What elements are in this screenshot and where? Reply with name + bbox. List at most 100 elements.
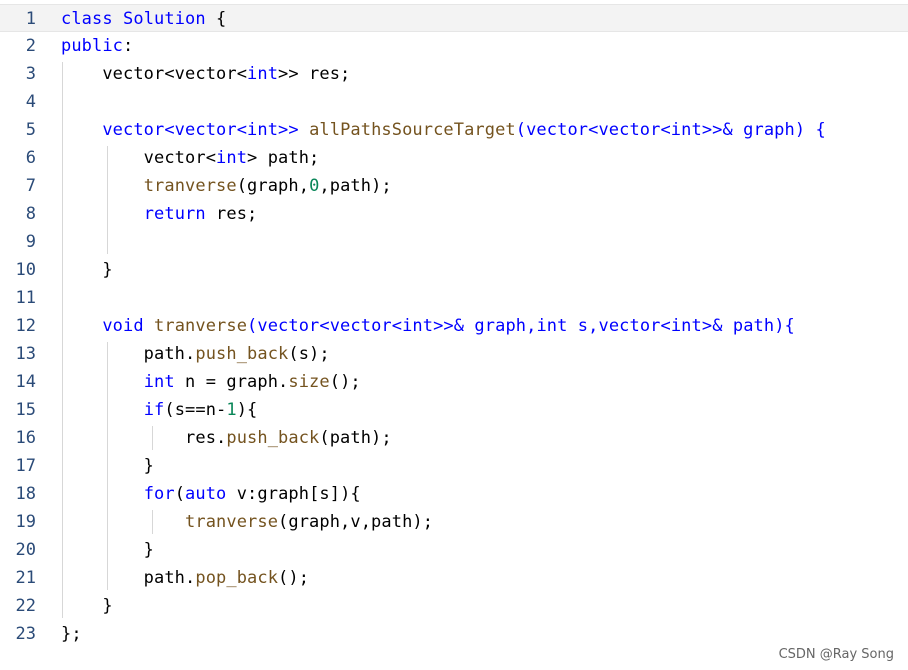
code-line[interactable]: 13 path.push_back(s);	[0, 340, 908, 368]
code-token: int	[247, 64, 279, 84]
line-number: 1	[25, 9, 36, 29]
code-token: :	[123, 36, 134, 56]
code-token: >> res;	[278, 64, 351, 84]
indent-guide	[152, 510, 153, 534]
code-token: s,	[567, 316, 599, 336]
code-text: if(s==n-1){	[61, 396, 258, 424]
code-line[interactable]: 12 void tranverse(vector<vector<int>>& g…	[0, 312, 908, 340]
code-token: (graph,v,path);	[278, 512, 434, 532]
code-token: path.	[61, 344, 196, 364]
code-token: 0	[309, 176, 320, 196]
code-line[interactable]: 19 tranverse(graph,v,path);	[0, 508, 908, 536]
code-token: tranverse	[185, 512, 279, 532]
code-token: auto	[185, 484, 227, 504]
code-token: (graph,	[236, 176, 310, 196]
code-line[interactable]: 23};	[0, 620, 908, 648]
line-number: 21	[15, 568, 36, 588]
code-token: int	[670, 316, 702, 336]
code-token: allPathsSourceTarget	[309, 120, 516, 140]
code-token: vector<vector<	[61, 120, 248, 140]
code-token: vector<vector<	[61, 64, 248, 84]
code-line[interactable]: 4	[0, 88, 908, 116]
code-token: return	[143, 204, 206, 224]
code-token: int	[402, 316, 434, 336]
code-line[interactable]: 3 vector<vector<int>> res;	[0, 60, 908, 88]
code-token: ,path);	[319, 176, 392, 196]
line-number: 2	[25, 36, 36, 56]
code-token: >>& graph) {	[701, 120, 826, 140]
code-line[interactable]: 22 }	[0, 592, 908, 620]
code-line[interactable]: 16 res.push_back(path);	[0, 424, 908, 452]
line-number: 7	[25, 176, 36, 196]
code-token: push_back	[226, 428, 320, 448]
code-text: path.pop_back();	[61, 564, 309, 592]
code-line[interactable]: 14 int n = graph.size();	[0, 368, 908, 396]
code-token: }	[61, 260, 113, 280]
code-line[interactable]: 17 }	[0, 452, 908, 480]
code-text: path.push_back(s);	[61, 340, 330, 368]
code-line[interactable]: 8 return res;	[0, 200, 908, 228]
line-number: 23	[15, 624, 36, 644]
line-number: 4	[25, 92, 36, 112]
code-token: push_back	[195, 344, 289, 364]
indent-guide	[62, 62, 63, 618]
code-text: int n = graph.size();	[61, 368, 361, 396]
code-token: >& path){	[701, 316, 795, 336]
code-token: n = graph.	[174, 372, 289, 392]
code-line[interactable]: 1 class Solution {	[0, 4, 908, 32]
code-token: pop_back	[195, 568, 279, 588]
code-line[interactable]: 11	[0, 284, 908, 312]
code-token: res;	[205, 204, 258, 224]
code-token: int	[536, 316, 568, 336]
code-token: vector<	[61, 148, 217, 168]
line-number: 13	[15, 344, 36, 364]
code-token: size	[288, 372, 330, 392]
code-token: v:graph[s]){	[226, 484, 361, 504]
code-text: return res;	[61, 200, 258, 228]
indent-guide	[152, 426, 153, 450]
code-line[interactable]: 18 for(auto v:graph[s]){	[0, 480, 908, 508]
code-token: vector<	[598, 316, 671, 336]
code-line[interactable]: 2 public:	[0, 32, 908, 60]
code-text: tranverse(graph,0,path);	[61, 172, 392, 200]
code-token: ();	[329, 372, 361, 392]
code-line[interactable]: 10 }	[0, 256, 908, 284]
code-line[interactable]: 9	[0, 228, 908, 256]
code-line[interactable]: 6 vector<int> path;	[0, 144, 908, 172]
line-number: 12	[15, 316, 36, 336]
code-editor[interactable]: 1 class Solution {2 public: 3 vector<vector…	[0, 4, 908, 654]
code-token: >>& graph,	[433, 316, 537, 336]
code-token: (s==n-	[164, 400, 227, 420]
line-number: 16	[15, 428, 36, 448]
line-number: 5	[25, 120, 36, 140]
code-line[interactable]: 7 tranverse(graph,0,path);	[0, 172, 908, 200]
code-token: int	[143, 372, 175, 392]
code-line[interactable]: 5 vector<vector< int >> allPathsSourceTarg…	[0, 116, 908, 144]
line-number: 3	[25, 64, 36, 84]
code-line[interactable]: 15 if(s==n-1){	[0, 396, 908, 424]
indent-guide	[107, 146, 108, 254]
code-token: int	[670, 120, 702, 140]
watermark-label: CSDN @Ray Song	[778, 647, 894, 662]
code-token: ();	[278, 568, 310, 588]
code-text: vector<vector< int >> allPathsSourceTarget…	[61, 116, 826, 144]
code-token: {	[205, 9, 227, 29]
code-line[interactable]: 20 }	[0, 536, 908, 564]
code-token: class	[61, 9, 113, 29]
code-token: res.	[61, 428, 227, 448]
code-text: res.push_back(path);	[61, 424, 392, 452]
code-token: > path;	[247, 148, 320, 168]
code-token: Solution	[123, 9, 206, 29]
code-line[interactable]: 21 path.pop_back();	[0, 564, 908, 592]
line-number: 15	[15, 400, 36, 420]
code-text: vector<vector<int>> res;	[61, 60, 350, 88]
line-number: 18	[15, 484, 36, 504]
code-token: >>	[278, 120, 310, 140]
code-token: path.	[61, 568, 196, 588]
code-token: tranverse	[154, 316, 248, 336]
